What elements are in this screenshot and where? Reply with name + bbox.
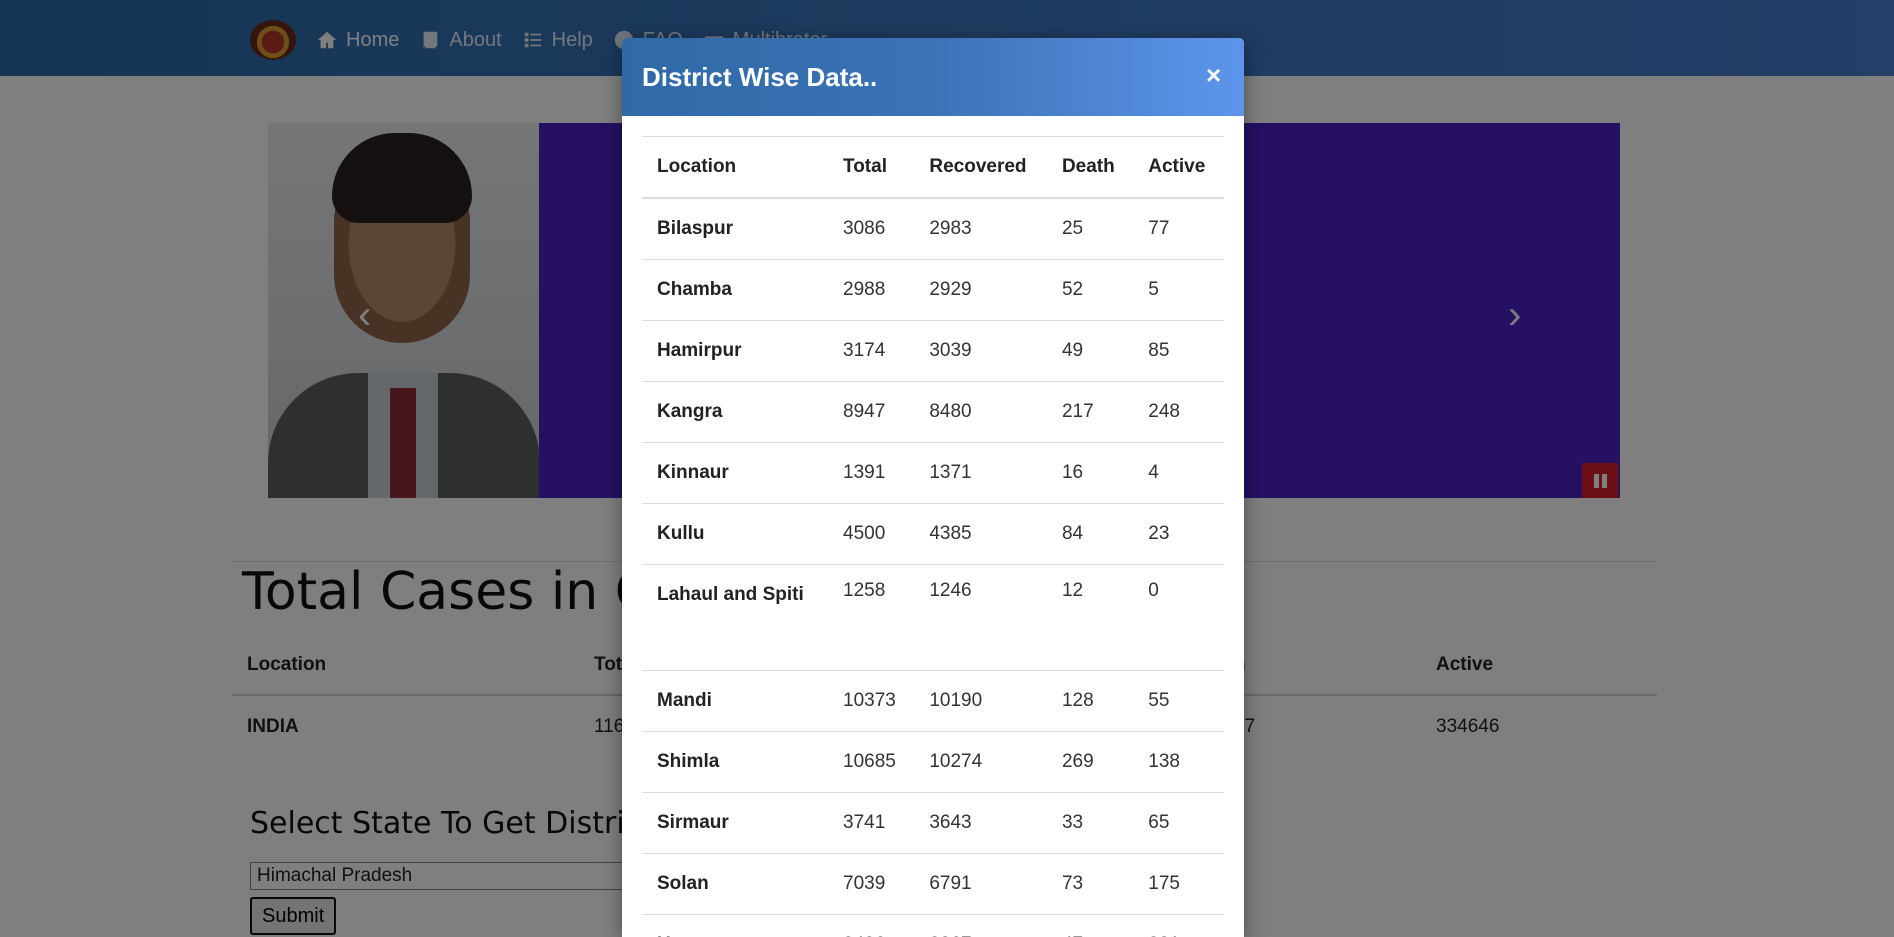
cell-recovered: 4385 xyxy=(914,503,1047,565)
cell-location: Sirmaur xyxy=(642,792,828,854)
cell-active: 381 xyxy=(1133,914,1224,937)
cell-active: 138 xyxy=(1133,731,1224,793)
cell-death: 25 xyxy=(1046,197,1134,260)
cell-total: 10685 xyxy=(828,731,915,793)
district-table: Location Total Recovered Death Active Bi… xyxy=(642,136,1224,937)
cell-location: Kangra xyxy=(642,381,828,443)
cell-death: 33 xyxy=(1046,792,1134,854)
modal-body: Location Total Recovered Death Active Bi… xyxy=(642,136,1224,937)
cell-death: 269 xyxy=(1046,731,1134,793)
table-row: Bilaspur 3086 2983 25 77 xyxy=(642,197,1224,260)
cell-death: 73 xyxy=(1046,853,1134,915)
cell-active: 23 xyxy=(1133,503,1224,565)
table-row: Solan 7039 6791 73 175 xyxy=(642,853,1224,915)
cell-recovered: 3067 xyxy=(914,914,1047,937)
cell-death: 84 xyxy=(1046,503,1134,565)
table-row: Mandi 10373 10190 128 55 xyxy=(642,670,1224,732)
cell-location: Una xyxy=(642,914,828,937)
cell-death: 128 xyxy=(1046,670,1134,732)
cell-active: 4 xyxy=(1133,442,1224,504)
close-icon[interactable]: × xyxy=(1206,60,1221,91)
header-total: Total xyxy=(828,136,915,199)
table-row: Kangra 8947 8480 217 248 xyxy=(642,381,1224,443)
cell-active: 77 xyxy=(1133,197,1224,260)
cell-active: 248 xyxy=(1133,381,1224,443)
cell-active: 85 xyxy=(1133,320,1224,382)
cell-total: 1258 xyxy=(828,564,915,671)
cell-total: 10373 xyxy=(828,670,915,732)
cell-active: 65 xyxy=(1133,792,1224,854)
cell-death: 49 xyxy=(1046,320,1134,382)
cell-location: Lahaul and Spiti xyxy=(642,564,828,671)
cell-location: Chamba xyxy=(642,259,828,321)
cell-recovered: 10274 xyxy=(914,731,1047,793)
cell-total: 3741 xyxy=(828,792,915,854)
table-row: Shimla 10685 10274 269 138 xyxy=(642,731,1224,793)
district-data-modal: District Wise Data.. × Location Total Re… xyxy=(622,38,1244,937)
cell-location: Solan xyxy=(642,853,828,915)
cell-total: 3174 xyxy=(828,320,915,382)
cell-location: Shimla xyxy=(642,731,828,793)
cell-location: Bilaspur xyxy=(642,197,828,260)
cell-active: 5 xyxy=(1133,259,1224,321)
cell-recovered: 1371 xyxy=(914,442,1047,504)
cell-total: 8947 xyxy=(828,381,915,443)
cell-location: Hamirpur xyxy=(642,320,828,382)
table-row: Kinnaur 1391 1371 16 4 xyxy=(642,442,1224,504)
cell-active: 0 xyxy=(1133,564,1224,671)
table-row: Hamirpur 3174 3039 49 85 xyxy=(642,320,1224,382)
cell-total: 3086 xyxy=(828,197,915,260)
cell-recovered: 6791 xyxy=(914,853,1047,915)
cell-total: 4500 xyxy=(828,503,915,565)
cell-recovered: 3039 xyxy=(914,320,1047,382)
cell-recovered: 10190 xyxy=(914,670,1047,732)
cell-total: 2988 xyxy=(828,259,915,321)
table-row: Lahaul and Spiti 1258 1246 12 0 xyxy=(642,564,1224,671)
header-recovered: Recovered xyxy=(914,136,1047,199)
cell-location: Kullu xyxy=(642,503,828,565)
modal-title: District Wise Data.. xyxy=(642,62,878,92)
cell-total: 1391 xyxy=(828,442,915,504)
table-row: Kullu 4500 4385 84 23 xyxy=(642,503,1224,565)
cell-recovered: 2983 xyxy=(914,197,1047,260)
cell-recovered: 2929 xyxy=(914,259,1047,321)
cell-death: 47 xyxy=(1046,914,1134,937)
district-table-header: Location Total Recovered Death Active xyxy=(642,136,1224,199)
header-location: Location xyxy=(642,136,828,199)
cell-active: 55 xyxy=(1133,670,1224,732)
cell-recovered: 3643 xyxy=(914,792,1047,854)
header-death: Death xyxy=(1046,136,1134,199)
cell-total: 3496 xyxy=(828,914,915,937)
cell-recovered: 8480 xyxy=(914,381,1047,443)
table-row: Sirmaur 3741 3643 33 65 xyxy=(642,792,1224,854)
header-active: Active xyxy=(1133,136,1224,199)
cell-recovered: 1246 xyxy=(914,564,1047,671)
cell-location: Mandi xyxy=(642,670,828,732)
cell-death: 16 xyxy=(1046,442,1134,504)
cell-death: 217 xyxy=(1046,381,1134,443)
table-row: Una3496306747381 xyxy=(642,914,1224,937)
table-row: Chamba 2988 2929 52 5 xyxy=(642,259,1224,321)
cell-location: Kinnaur xyxy=(642,442,828,504)
cell-death: 52 xyxy=(1046,259,1134,321)
modal-header: District Wise Data.. × xyxy=(622,38,1244,116)
cell-death: 12 xyxy=(1046,564,1134,671)
cell-total: 7039 xyxy=(828,853,915,915)
cell-active: 175 xyxy=(1133,853,1224,915)
